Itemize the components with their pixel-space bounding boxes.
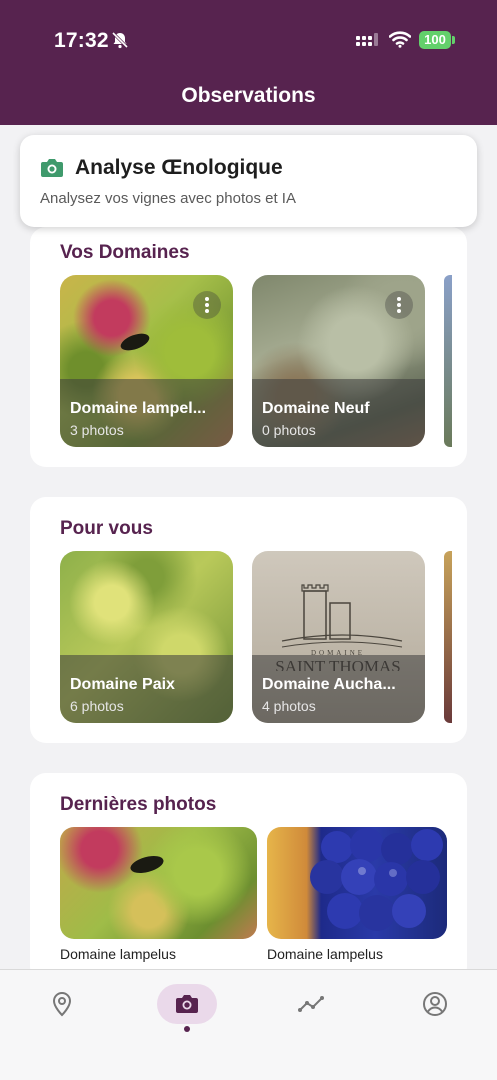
pour-vous-section: Pour vous Domaine Paix 6 photos DOMAINE … <box>30 497 467 743</box>
battery-cap <box>452 36 455 44</box>
photo-thumbnail[interactable] <box>267 827 447 939</box>
domaine-card[interactable]: Domaine Paix 6 photos <box>60 551 233 723</box>
tab-stats[interactable] <box>281 984 341 1024</box>
tab-profile[interactable] <box>405 984 465 1024</box>
domaine-name: Domaine Neuf <box>262 400 370 417</box>
next-card-peek <box>444 551 452 723</box>
domaine-photo-count: 0 photos <box>262 422 316 438</box>
battery-indicator: 100 <box>419 31 451 49</box>
photo-thumbnail[interactable] <box>60 827 257 939</box>
active-tab-indicator <box>184 1026 190 1032</box>
wifi-icon <box>389 31 411 48</box>
trend-icon <box>298 996 324 1012</box>
camera-icon <box>176 995 198 1013</box>
photos-title: Dernières photos <box>60 794 217 815</box>
next-card-peek <box>444 275 452 447</box>
chateau-logo: DOMAINE SAINT THOMAS <box>275 584 403 671</box>
signal-icon <box>356 33 378 46</box>
more-options-icon[interactable] <box>385 291 413 319</box>
domaines-section: Vos Domaines Domaine lampel... 3 photos … <box>30 227 467 467</box>
analyse-card[interactable]: Analyse Œnologique Analysez vos vignes a… <box>20 135 477 227</box>
page-title: Observations <box>181 84 316 107</box>
tab-camera[interactable] <box>157 984 217 1024</box>
domaine-card[interactable]: Domaine lampel... 3 photos <box>60 275 233 447</box>
domaine-card[interactable]: Domaine Neuf 0 photos <box>252 275 425 447</box>
domaine-photo-count: 3 photos <box>70 422 124 438</box>
photos-section: Dernières photos Domaine lampelus Domain… <box>30 773 467 983</box>
photo-caption: Domaine lampelus <box>267 946 383 962</box>
analyse-title: Analyse Œnologique <box>75 156 283 179</box>
more-options-icon[interactable] <box>193 291 221 319</box>
profile-icon <box>423 992 447 1016</box>
tab-map[interactable] <box>32 984 92 1024</box>
domaine-photo-count: 4 photos <box>262 698 316 714</box>
app-header: 17:32 100 Observations <box>0 0 497 125</box>
domaine-name: Domaine Paix <box>70 676 175 693</box>
analyse-subtitle: Analysez vos vignes avec photos et IA <box>40 190 296 207</box>
domaine-card[interactable]: DOMAINE SAINT THOMAS Domaine Aucha... 4 … <box>252 551 425 723</box>
bell-off-icon <box>111 31 129 49</box>
status-time: 17:32 <box>54 29 109 52</box>
grapes-illustration <box>310 828 443 931</box>
domaines-title: Vos Domaines <box>60 242 190 263</box>
tab-bar <box>0 969 497 1080</box>
domaine-name: Domaine Aucha... <box>262 676 396 693</box>
pour-vous-title: Pour vous <box>60 518 153 539</box>
map-pin-icon <box>52 991 72 1017</box>
domaine-photo-count: 6 photos <box>70 698 124 714</box>
domaine-name: Domaine lampel... <box>70 400 207 417</box>
photo-caption: Domaine lampelus <box>60 946 176 962</box>
camera-icon <box>41 159 63 177</box>
